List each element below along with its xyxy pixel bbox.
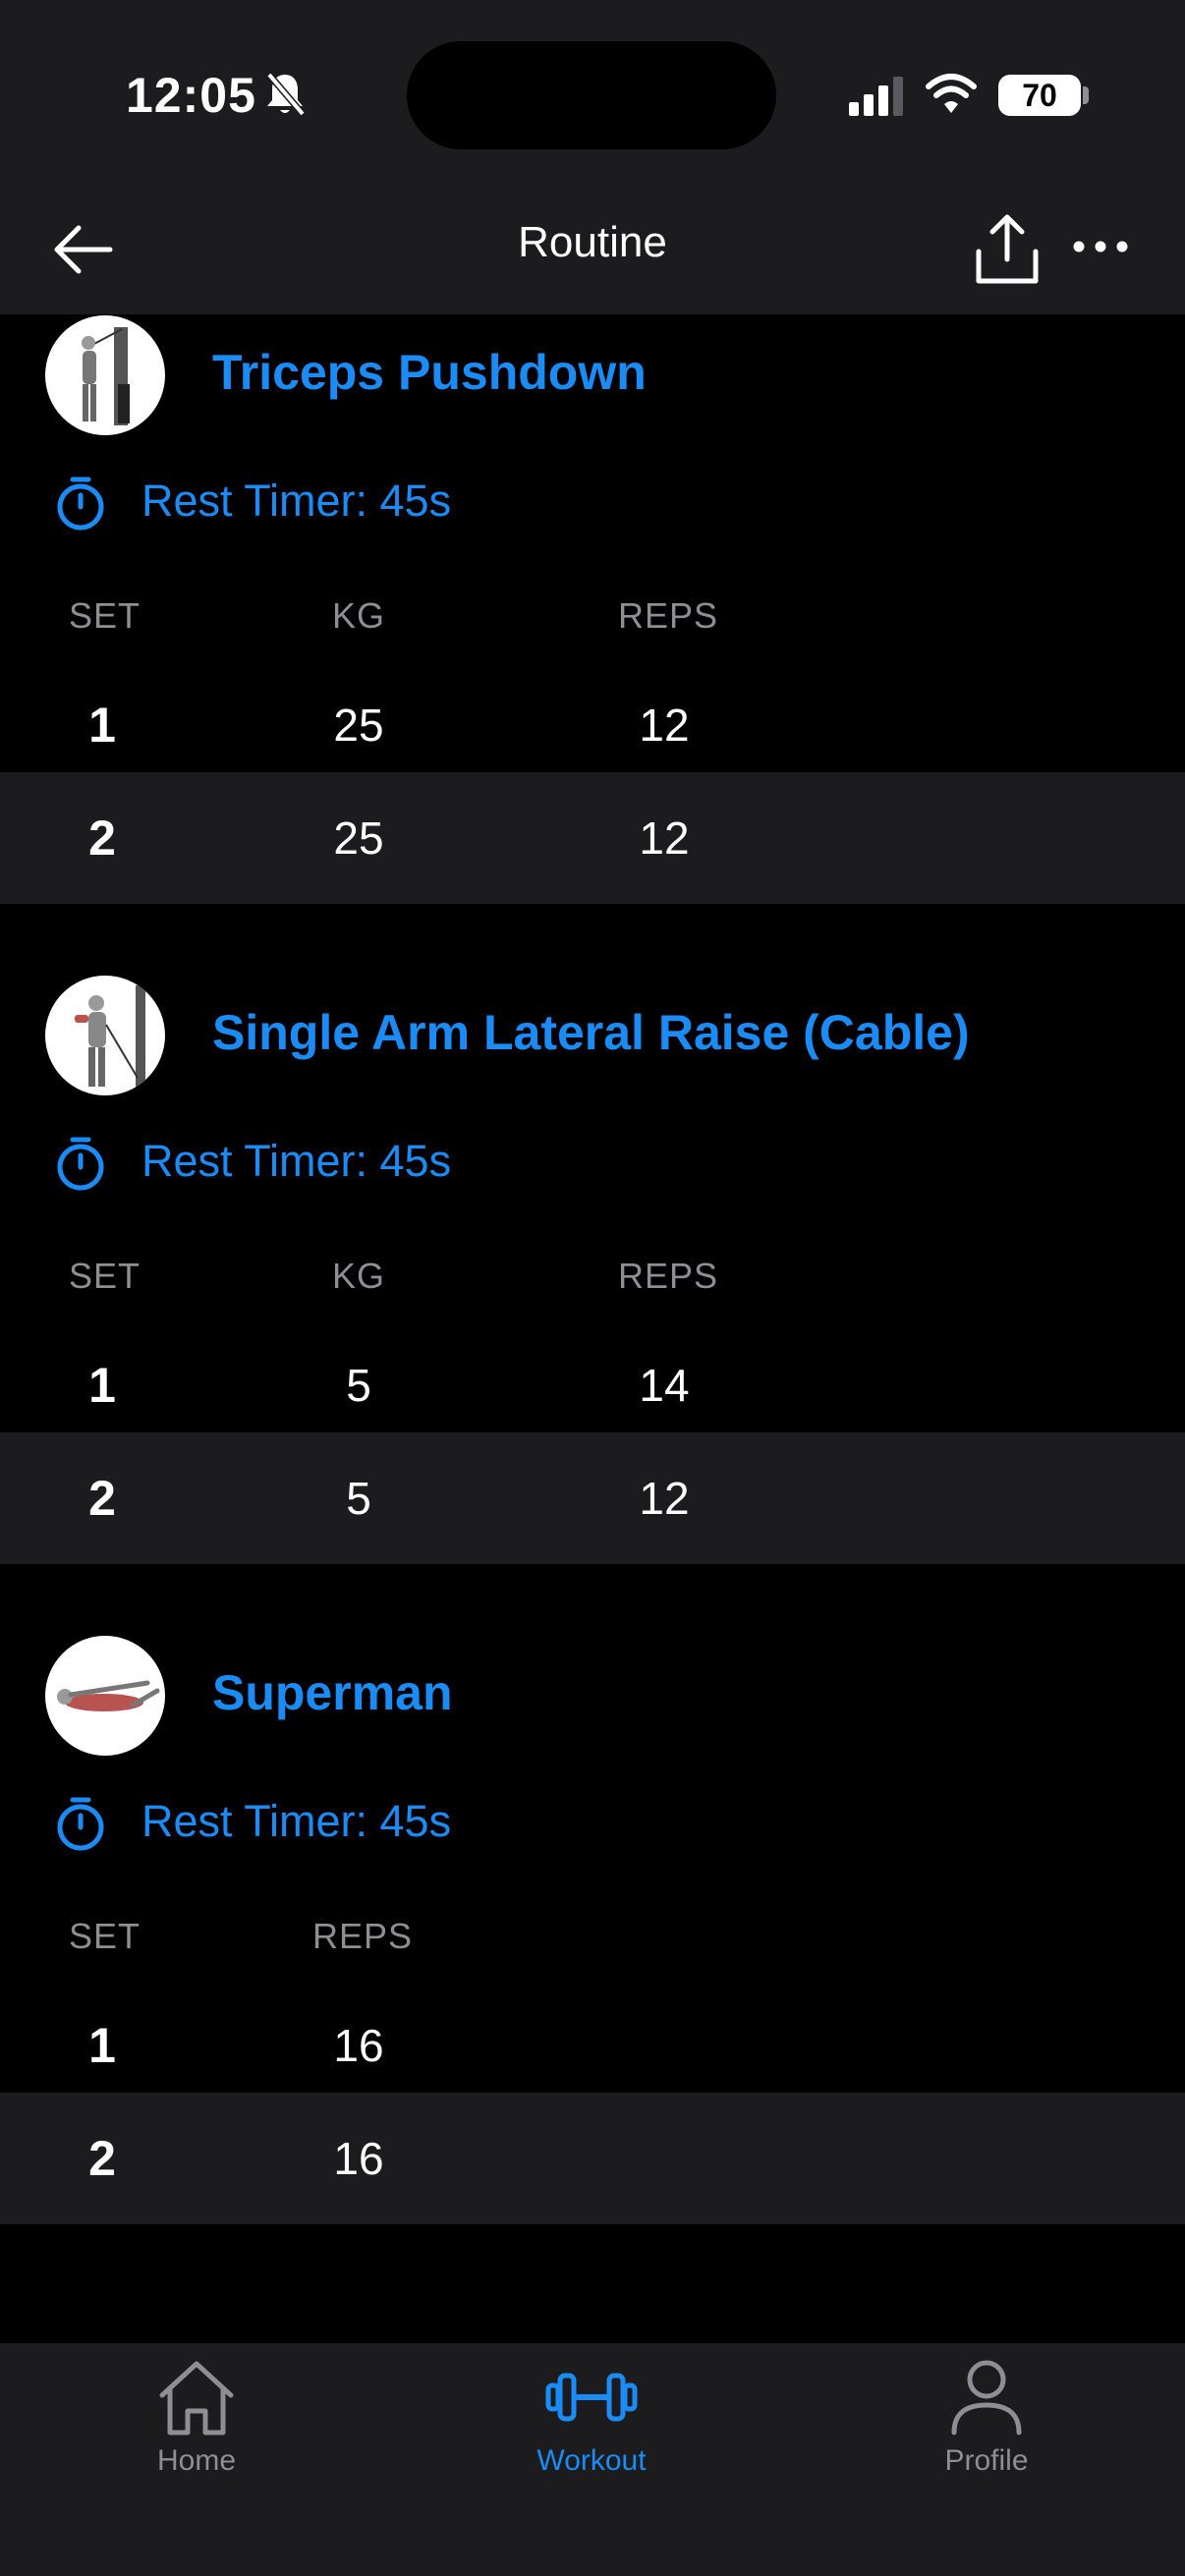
exercise-thumbnail[interactable] [45, 1636, 165, 1756]
set-reps: 12 [639, 700, 690, 751]
set-row: 1 5 14 [0, 1319, 1185, 1451]
set-number: 2 [88, 2131, 116, 2186]
column-header-kg: KG [332, 595, 386, 636]
stopwatch-icon[interactable] [55, 1794, 110, 1853]
column-header-kg: KG [332, 1256, 386, 1296]
set-row: 2 25 12 [0, 772, 1185, 904]
set-weight: 5 [346, 1360, 371, 1411]
set-reps: 16 [333, 2020, 384, 2071]
status-time: 12:05 [126, 68, 256, 123]
set-reps: 14 [639, 1360, 690, 1411]
rest-timer-label[interactable]: Rest Timer: 45s [141, 1796, 451, 1847]
rest-timer-label[interactable]: Rest Timer: 45s [141, 476, 451, 527]
tab-profile[interactable]: Profile [869, 2358, 1104, 2495]
silent-bell-icon [266, 72, 306, 117]
set-number: 2 [88, 1471, 116, 1526]
dynamic-island [407, 41, 776, 149]
set-row: 2 16 [0, 2093, 1185, 2224]
set-number: 1 [88, 1358, 116, 1413]
column-header-set: SET [69, 1256, 141, 1296]
triceps-pushdown-illustration [82, 327, 130, 425]
rest-timer-label[interactable]: Rest Timer: 45s [141, 1136, 451, 1187]
tab-workout-label: Workout [536, 2444, 647, 2477]
dumbbell-icon [545, 2373, 638, 2422]
share-icon[interactable] [973, 212, 1042, 287]
stopwatch-icon[interactable] [55, 474, 110, 532]
more-options-icon[interactable] [1071, 232, 1130, 261]
set-weight: 25 [333, 700, 384, 751]
routine-content[interactable]: Triceps Pushdown Rest Timer: 45s SET KG … [0, 314, 1185, 2343]
tab-workout[interactable]: Workout [474, 2358, 709, 2495]
column-header-set: SET [69, 1916, 141, 1956]
set-number: 2 [88, 811, 116, 866]
column-header-reps: REPS [618, 595, 719, 636]
set-row: 2 5 12 [0, 1432, 1185, 1564]
set-reps: 16 [333, 2133, 384, 2184]
set-weight: 5 [346, 1473, 371, 1524]
home-icon [159, 2361, 234, 2436]
set-weight: 25 [333, 812, 384, 864]
exercise-thumbnail[interactable] [45, 976, 165, 1095]
exercise-thumbnail[interactable] [45, 315, 165, 435]
profile-icon [951, 2360, 1022, 2436]
stopwatch-icon[interactable] [55, 1134, 110, 1193]
set-number: 1 [88, 698, 116, 753]
tab-home-label: Home [156, 2444, 237, 2477]
superman-illustration [57, 1680, 160, 1711]
battery-nub [1083, 86, 1089, 104]
set-number: 1 [88, 2018, 116, 2073]
tab-home[interactable]: Home [79, 2358, 314, 2495]
cellular-signal-icon [849, 77, 903, 116]
lateral-raise-illustration [75, 985, 145, 1088]
battery-indicator: 70 [998, 75, 1081, 116]
exercise-name[interactable]: Superman [212, 1664, 453, 1721]
exercise-name[interactable]: Single Arm Lateral Raise (Cable) [212, 1004, 970, 1061]
set-row: 1 16 [0, 1980, 1185, 2111]
tab-profile-label: Profile [944, 2444, 1029, 2477]
set-reps: 12 [639, 1473, 690, 1524]
set-row: 1 25 12 [0, 659, 1185, 791]
exercise-name[interactable]: Triceps Pushdown [212, 344, 647, 401]
wifi-icon [926, 74, 977, 113]
set-reps: 12 [639, 812, 690, 864]
column-header-reps: REPS [312, 1916, 414, 1956]
column-header-set: SET [69, 595, 141, 636]
column-header-reps: REPS [618, 1256, 719, 1296]
